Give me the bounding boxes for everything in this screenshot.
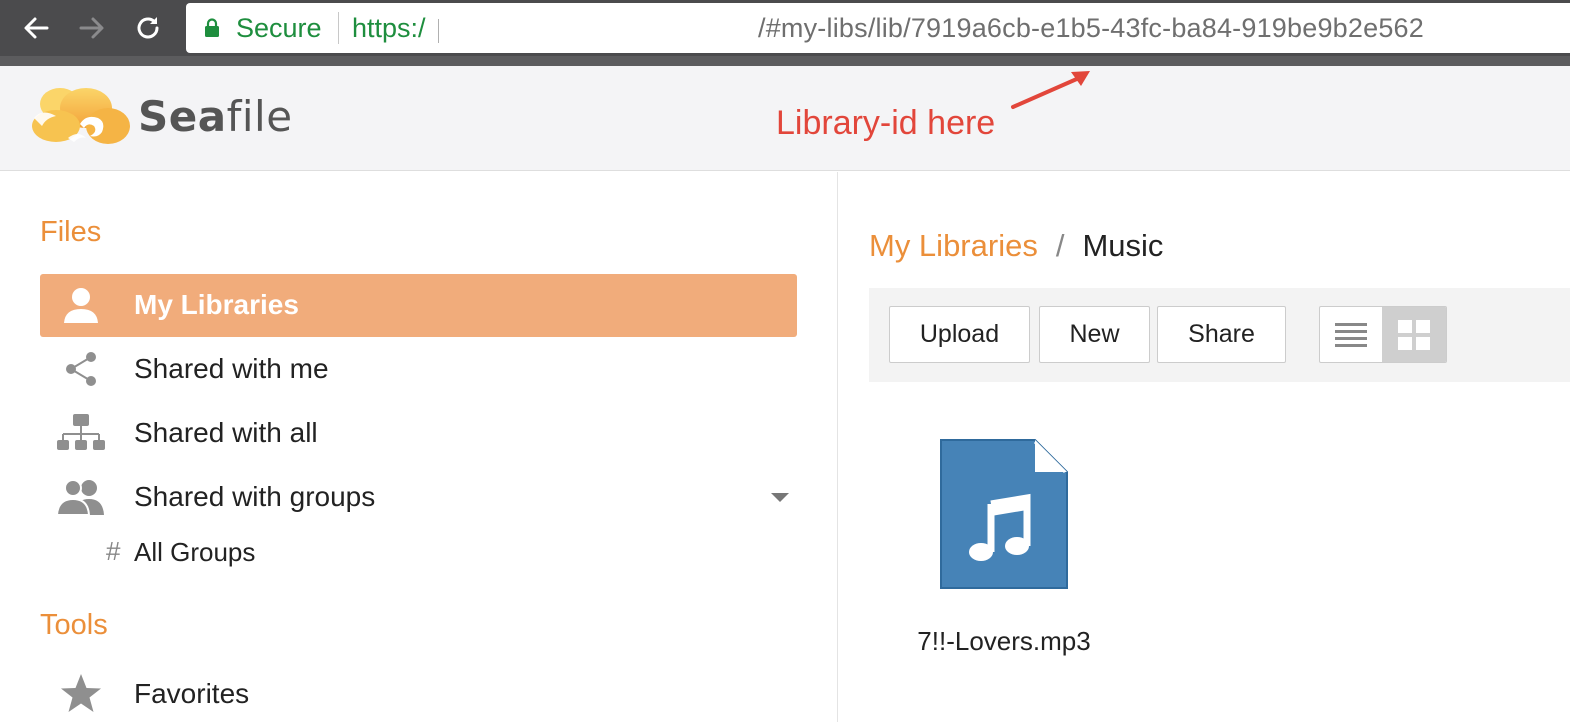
breadcrumb-current: Music: [1082, 228, 1164, 263]
main-content: My Libraries / Music Upload New Share 7!!-…: [839, 172, 1570, 722]
share-button[interactable]: Share: [1157, 306, 1286, 363]
sidebar: Files My Libraries Shared with me Shared…: [0, 172, 838, 722]
url-redaction-edge: [438, 19, 439, 43]
list-icon: [1335, 322, 1367, 347]
breadcrumb-separator: /: [1055, 228, 1065, 263]
grid-view-button[interactable]: [1382, 307, 1446, 362]
url-scheme: https:/: [352, 13, 426, 43]
url-path: /#my-libs/lib/7919a6cb-e1b5-43fc-ba84-91…: [758, 13, 1424, 43]
breadcrumb-my-libraries[interactable]: My Libraries: [869, 228, 1038, 263]
sidebar-item-my-libraries[interactable]: My Libraries: [40, 274, 797, 337]
share-icon: [56, 346, 106, 392]
tools-heading: Tools: [40, 609, 108, 641]
app-header: Seafile Library-id here: [0, 66, 1570, 171]
new-button[interactable]: New: [1039, 306, 1150, 363]
file-name[interactable]: 7!!-Lovers.mp3: [899, 626, 1109, 657]
library-id-annotation: Library-id here: [776, 104, 996, 142]
file-item[interactable]: 7!!-Lovers.mp3: [899, 434, 1109, 664]
forward-button[interactable]: [74, 10, 110, 46]
sidebar-item-favorites[interactable]: Favorites: [40, 663, 797, 726]
sidebar-item-shared-with-me[interactable]: Shared with me: [40, 338, 797, 401]
back-arrow-icon: [24, 17, 49, 39]
annotation-arrow-icon: [1011, 71, 1090, 109]
sidebar-item-shared-with-groups[interactable]: Shared with groups: [40, 466, 797, 529]
browser-toolbar: Secure https:/ /#my-libs/lib/7919a6cb-e1…: [0, 0, 1570, 66]
reload-icon: [137, 17, 159, 39]
chevron-down-icon[interactable]: [771, 493, 789, 502]
toolbar: Upload New Share: [869, 288, 1570, 382]
hash-icon: #: [106, 536, 121, 566]
group-icon: [56, 474, 106, 520]
sidebar-item-label: Shared with all: [134, 417, 318, 448]
sidebar-subitem-label: All Groups: [134, 537, 256, 567]
user-icon: [56, 282, 106, 328]
sidebar-item-shared-with-all[interactable]: Shared with all: [40, 402, 797, 465]
music-file-icon: [940, 439, 1068, 589]
view-mode-switch: [1319, 306, 1447, 363]
list-view-button[interactable]: [1320, 307, 1382, 362]
org-chart-icon: [56, 410, 106, 456]
star-icon: [56, 671, 106, 717]
forward-arrow-icon: [79, 17, 104, 39]
reload-button[interactable]: [130, 10, 166, 46]
secure-label: Secure: [236, 13, 322, 43]
address-bar[interactable]: Secure https:/ /#my-libs/lib/7919a6cb-e1…: [186, 3, 1570, 53]
lock-icon: [205, 18, 219, 37]
breadcrumb: My Libraries / Music: [869, 228, 1163, 264]
sidebar-item-label: Favorites: [134, 678, 250, 709]
browser-toolbar-edge: [0, 56, 1570, 66]
grid-icon: [1398, 319, 1430, 350]
sidebar-item-label: Shared with me: [134, 353, 329, 384]
sidebar-item-label: Shared with groups: [134, 481, 376, 512]
upload-button[interactable]: Upload: [889, 306, 1030, 363]
address-divider: [338, 12, 339, 44]
back-button[interactable]: [18, 10, 54, 46]
seafile-cloud-logo[interactable]: [28, 78, 138, 148]
seafile-wordmark: Seafile: [138, 92, 293, 141]
sidebar-item-label: My Libraries: [134, 289, 299, 320]
files-heading: Files: [40, 216, 102, 248]
